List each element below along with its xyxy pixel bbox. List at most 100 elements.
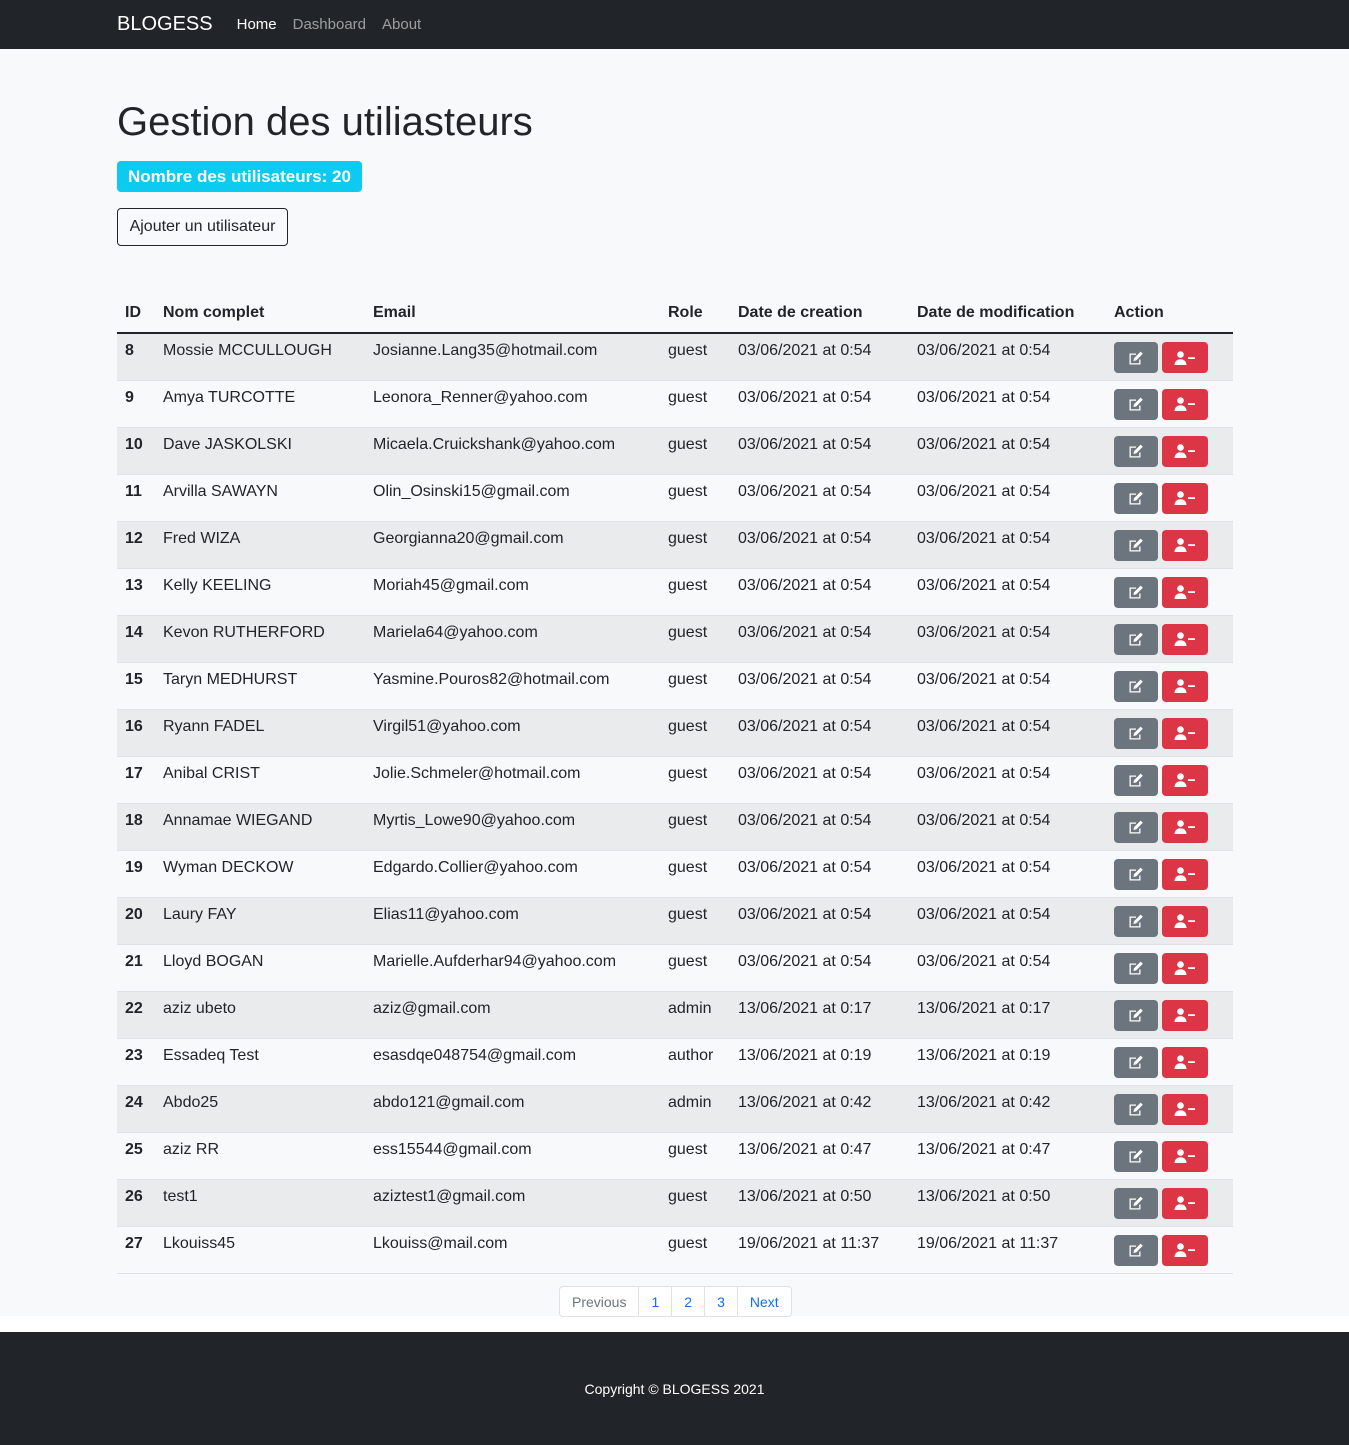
pagination-next[interactable]: Next (736, 1287, 791, 1316)
edit-user-button[interactable] (1114, 576, 1158, 608)
edit-user-button[interactable] (1114, 952, 1158, 984)
pagination-page-2[interactable]: 2 (671, 1287, 704, 1316)
user-minus-icon (1174, 444, 1196, 458)
table-row: 13 Kelly KEELING Moriah45@gmail.com guest 03… (117, 568, 1233, 616)
user-minus-icon (1174, 1008, 1196, 1022)
cell-modified-date: 03/06/2021 at 0:54 (909, 427, 1106, 475)
delete-user-button[interactable] (1162, 576, 1208, 608)
delete-user-button[interactable] (1162, 764, 1208, 796)
edit-user-button[interactable] (1114, 623, 1158, 655)
pagination-page-3[interactable]: 3 (704, 1287, 737, 1316)
cell-full-name: Kelly KEELING (155, 568, 365, 616)
brand-logo[interactable]: BLOGESS (117, 13, 213, 36)
delete-user-button[interactable] (1162, 435, 1208, 467)
delete-user-button[interactable] (1162, 1046, 1208, 1078)
cell-actions (1106, 568, 1233, 616)
main-content: Gestion des utiliasteurs Nombre des util… (0, 49, 1349, 1317)
delete-user-button[interactable] (1162, 670, 1208, 702)
edit-user-button[interactable] (1114, 388, 1158, 420)
delete-user-button[interactable] (1162, 999, 1208, 1031)
delete-user-button[interactable] (1162, 1234, 1208, 1266)
cell-full-name: Lloyd BOGAN (155, 944, 365, 992)
users-table: ID Nom complet Email Role Date de creati… (117, 298, 1233, 1274)
cell-role: guest (660, 615, 730, 663)
cell-created-date: 13/06/2021 at 0:47 (730, 1132, 909, 1180)
edit-user-button[interactable] (1114, 435, 1158, 467)
edit-icon (1128, 1008, 1144, 1022)
table-row: 19 Wyman DECKOW Edgardo.Collier@yahoo.com g… (117, 850, 1233, 898)
nav-link-home[interactable]: Home (237, 16, 277, 33)
navbar: BLOGESS Home Dashboard About (0, 0, 1349, 49)
cell-id: 14 (117, 615, 155, 663)
cell-role: guest (660, 521, 730, 569)
delete-user-button[interactable] (1162, 1140, 1208, 1172)
cell-actions (1106, 662, 1233, 710)
cell-actions (1106, 521, 1233, 569)
edit-user-button[interactable] (1114, 1234, 1158, 1266)
delete-user-button[interactable] (1162, 952, 1208, 984)
edit-icon (1128, 820, 1144, 834)
table-row: 8 Mossie MCCULLOUGH Josianne.Lang35@hotmai… (117, 333, 1233, 381)
nav-link-about[interactable]: About (382, 16, 421, 33)
delete-user-button[interactable] (1162, 623, 1208, 655)
cell-email: Olin_Osinski15@gmail.com (365, 474, 660, 522)
cell-id: 25 (117, 1132, 155, 1180)
cell-created-date: 13/06/2021 at 0:42 (730, 1085, 909, 1133)
user-minus-icon (1174, 1055, 1196, 1069)
edit-icon (1128, 444, 1144, 458)
cell-actions (1106, 756, 1233, 804)
cell-full-name: Taryn MEDHURST (155, 662, 365, 710)
cell-created-date: 03/06/2021 at 0:54 (730, 709, 909, 757)
edit-user-button[interactable] (1114, 1140, 1158, 1172)
delete-user-button[interactable] (1162, 342, 1208, 373)
cell-role: guest (660, 756, 730, 804)
edit-user-button[interactable] (1114, 999, 1158, 1031)
table-row: 24 Abdo25 abdo121@gmail.com admin 13/06/2021… (117, 1085, 1233, 1133)
edit-user-button[interactable] (1114, 342, 1158, 373)
table-body: 8 Mossie MCCULLOUGH Josianne.Lang35@hotmai… (117, 333, 1233, 1274)
cell-role: guest (660, 1132, 730, 1180)
delete-user-button[interactable] (1162, 388, 1208, 420)
edit-user-button[interactable] (1114, 811, 1158, 843)
add-user-button[interactable]: Ajouter un utilisateur (117, 208, 288, 246)
cell-actions (1106, 803, 1233, 851)
edit-user-button[interactable] (1114, 670, 1158, 702)
edit-user-button[interactable] (1114, 1093, 1158, 1125)
pagination: Previous 1 2 3 Next (559, 1286, 792, 1317)
cell-id: 8 (117, 333, 155, 381)
table-row: 22 aziz ubeto aziz@gmail.com admin 13/06/202… (117, 991, 1233, 1039)
cell-modified-date: 03/06/2021 at 0:54 (909, 897, 1106, 945)
delete-user-button[interactable] (1162, 1093, 1208, 1125)
delete-user-button[interactable] (1162, 858, 1208, 890)
delete-user-button[interactable] (1162, 905, 1208, 937)
delete-user-button[interactable] (1162, 1187, 1208, 1219)
pagination-page-1[interactable]: 1 (638, 1287, 671, 1316)
cell-modified-date: 13/06/2021 at 0:47 (909, 1132, 1106, 1180)
edit-user-button[interactable] (1114, 858, 1158, 890)
cell-modified-date: 03/06/2021 at 0:54 (909, 662, 1106, 710)
cell-created-date: 03/06/2021 at 0:54 (730, 615, 909, 663)
edit-user-button[interactable] (1114, 529, 1158, 561)
delete-user-button[interactable] (1162, 482, 1208, 514)
delete-user-button[interactable] (1162, 717, 1208, 749)
footer-copyright: Copyright © BLOGESS 2021 (584, 1380, 765, 1397)
edit-user-button[interactable] (1114, 482, 1158, 514)
user-minus-icon (1174, 820, 1196, 834)
edit-user-button[interactable] (1114, 1046, 1158, 1078)
cell-id: 9 (117, 380, 155, 428)
edit-user-button[interactable] (1114, 905, 1158, 937)
edit-user-button[interactable] (1114, 717, 1158, 749)
cell-email: Georgianna20@gmail.com (365, 521, 660, 569)
cell-id: 22 (117, 991, 155, 1039)
edit-user-button[interactable] (1114, 764, 1158, 796)
user-minus-icon (1174, 726, 1196, 740)
delete-user-button[interactable] (1162, 811, 1208, 843)
cell-full-name: Wyman DECKOW (155, 850, 365, 898)
delete-user-button[interactable] (1162, 529, 1208, 561)
table-row: 16 Ryann FADEL Virgil51@yahoo.com guest 03/0… (117, 709, 1233, 757)
nav-link-dashboard[interactable]: Dashboard (293, 16, 366, 33)
cell-actions (1106, 897, 1233, 945)
cell-modified-date: 03/06/2021 at 0:54 (909, 521, 1106, 569)
edit-user-button[interactable] (1114, 1187, 1158, 1219)
pagination-previous[interactable]: Previous (560, 1287, 638, 1316)
